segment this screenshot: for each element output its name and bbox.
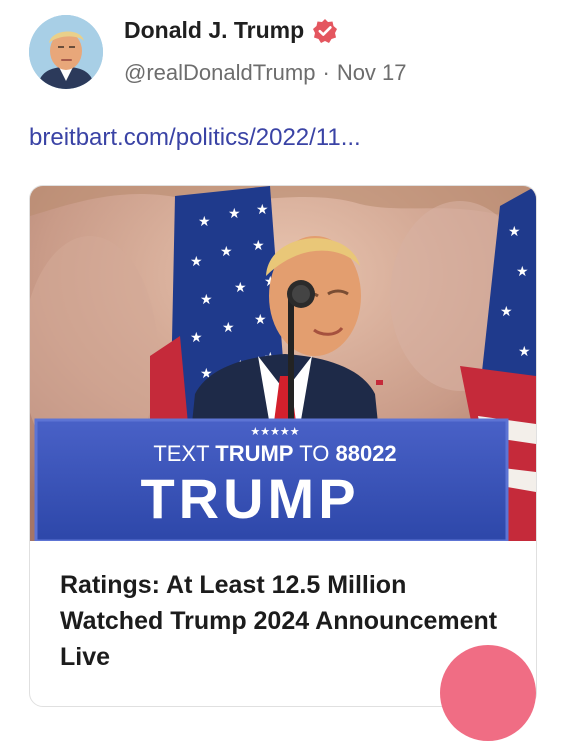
svg-text:★: ★	[256, 202, 269, 218]
handle-row: @realDonaldTrump · Nov 17	[124, 60, 407, 86]
svg-text:★: ★	[252, 238, 265, 254]
link-preview-card[interactable]: ★ ★ ★ ★ ★ ★ ★ ★ ★ ★ ★ ★ ★ ★ ★ ★ ★★ ★★★ T…	[29, 185, 537, 707]
card-title[interactable]: Ratings: At Least 12.5 Million Watched T…	[60, 567, 500, 675]
podium-text-3: TO	[299, 441, 329, 466]
preview-image: ★ ★ ★ ★ ★ ★ ★ ★ ★ ★ ★ ★ ★ ★ ★ ★ ★★ ★★★ T…	[30, 186, 536, 543]
author-row: Donald J. Trump	[124, 17, 338, 44]
svg-text:★: ★	[518, 344, 531, 360]
podium-main-text: TRUMP	[140, 467, 359, 530]
svg-text:★: ★	[500, 304, 513, 320]
svg-text:★: ★	[508, 224, 521, 240]
floating-action-button[interactable]	[440, 645, 536, 741]
podium-text-2: TRUMP	[215, 441, 293, 466]
handle-separator: ·	[322, 60, 330, 85]
author-avatar[interactable]	[29, 15, 103, 89]
svg-text:★: ★	[190, 330, 203, 346]
svg-text:★: ★	[220, 244, 233, 260]
svg-text:★: ★	[228, 206, 241, 222]
svg-text:★: ★	[222, 320, 235, 336]
preview-image-art: ★ ★ ★ ★★ ★ ★★ ★ ★ ★ ★ ★★★ ★ ★★ ★★★ TEXT …	[30, 186, 536, 543]
svg-text:★: ★	[234, 280, 247, 296]
author-avatar-image	[29, 15, 103, 89]
podium-text-4: 88022	[335, 441, 396, 466]
post-date[interactable]: Nov 17	[337, 60, 407, 86]
verified-badge-icon	[312, 18, 338, 44]
svg-text:★: ★	[198, 214, 211, 230]
svg-text:★: ★	[200, 292, 213, 308]
svg-text:★: ★	[516, 264, 529, 280]
svg-text:★: ★	[190, 254, 203, 270]
podium-text-1: TEXT	[153, 441, 209, 466]
author-name[interactable]: Donald J. Trump	[124, 17, 304, 44]
author-handle[interactable]: @realDonaldTrump	[124, 60, 315, 86]
svg-text:★: ★	[254, 312, 267, 328]
podium-stars: ★★★★★	[250, 425, 299, 438]
post-link[interactable]: breitbart.com/politics/2022/11...	[29, 124, 361, 152]
svg-text:TEXT TRUMP TO: TEXT TRUMP TO 88022	[153, 441, 396, 466]
